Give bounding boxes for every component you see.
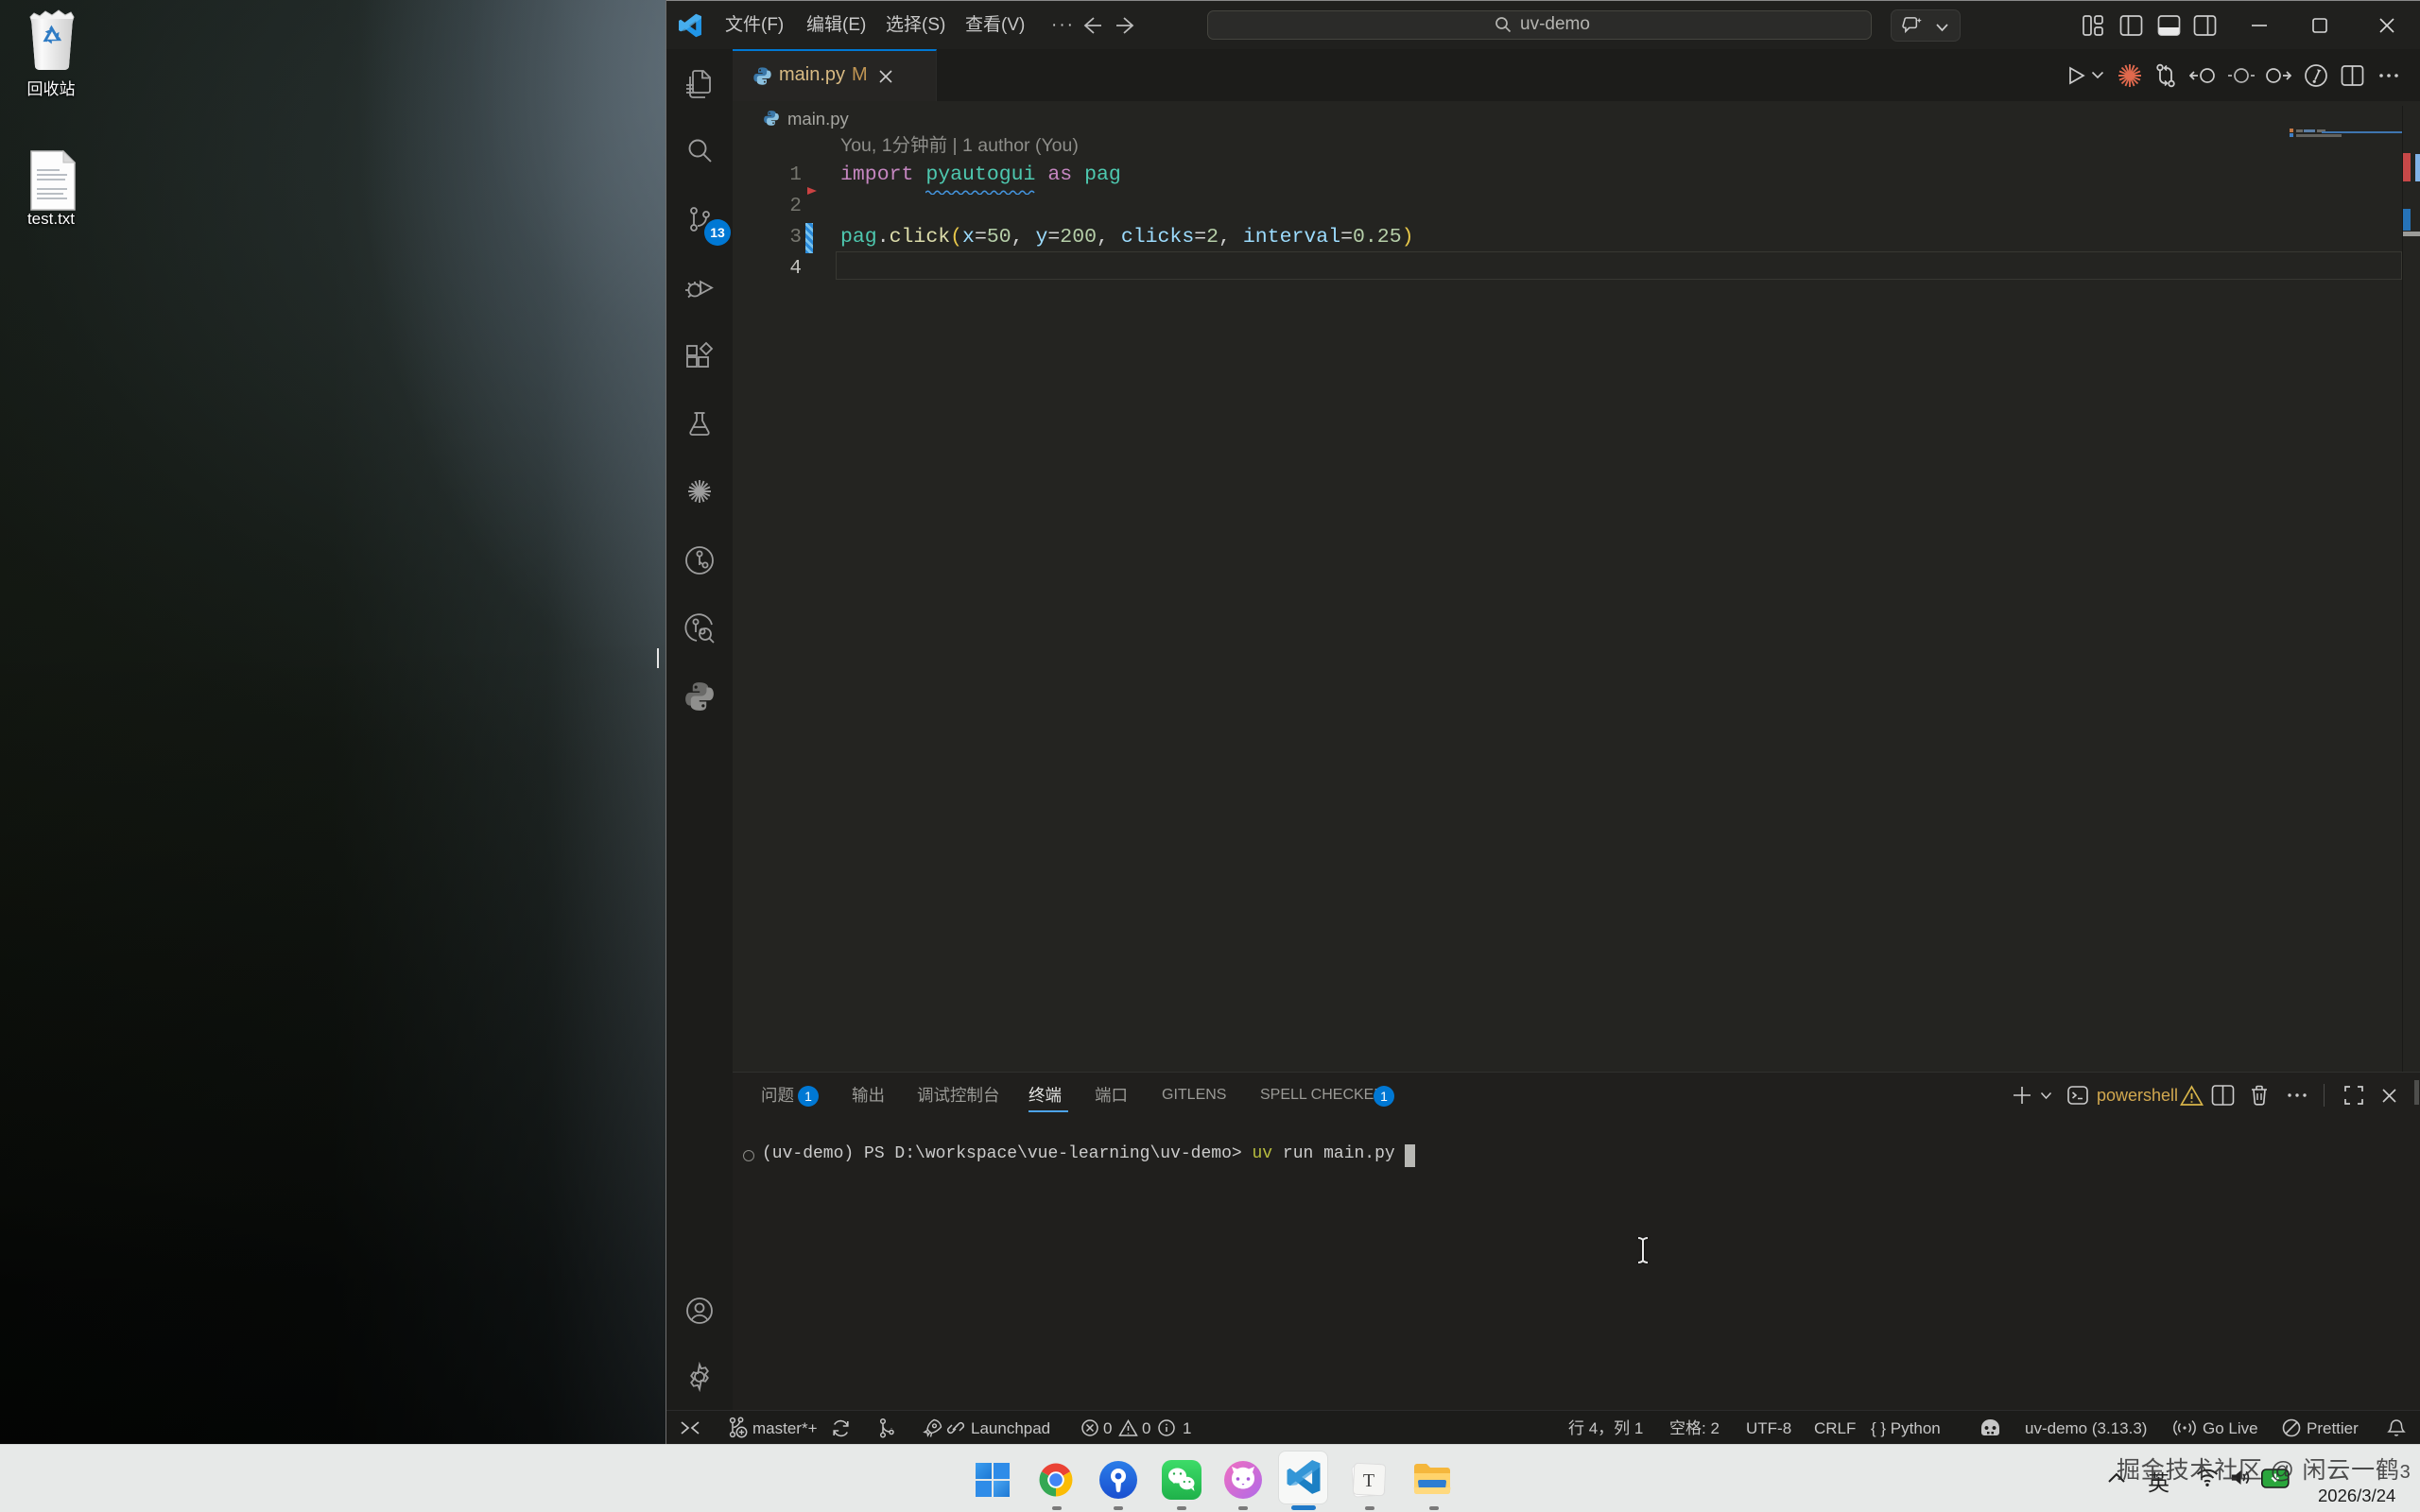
svg-text:T: T bbox=[1363, 1470, 1374, 1491]
